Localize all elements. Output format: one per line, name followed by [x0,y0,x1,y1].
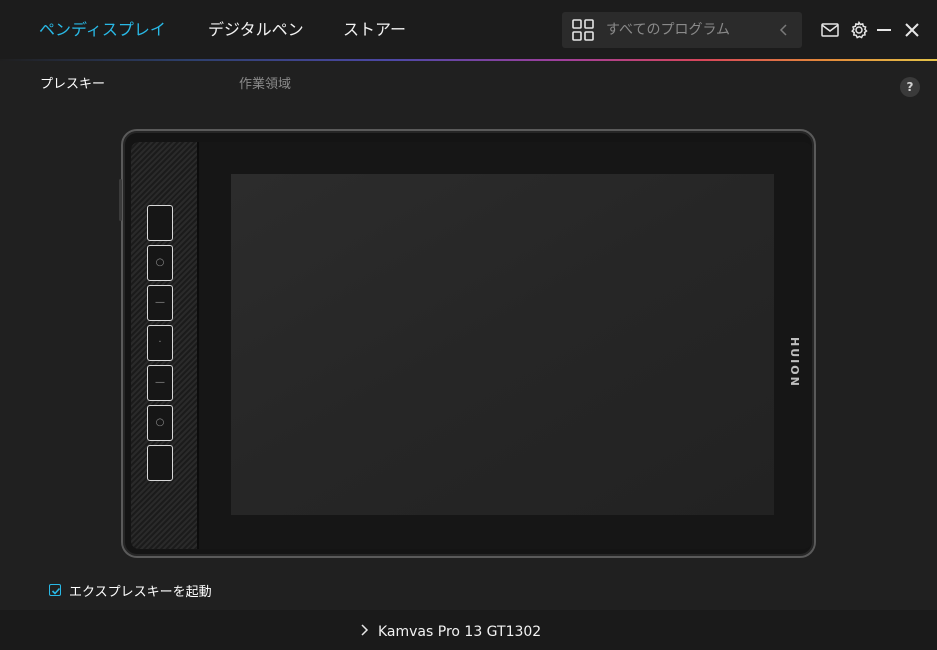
apps-grid-icon[interactable] [572,19,594,41]
express-key-2-mark: ○ [155,257,165,268]
tablet-screen [231,174,774,515]
top-bar: ペンディスプレイ デジタルペン ストアー [0,0,937,60]
tablet-side-button [119,179,122,221]
device-name: Kamvas Pro 13 GT1302 [378,623,542,640]
express-key-4[interactable]: · [147,325,173,361]
search-input[interactable] [606,20,766,40]
tab-store[interactable]: ストアー [343,19,406,41]
express-key-6[interactable]: ○ [147,405,173,441]
help-icon[interactable]: ? [900,77,920,97]
checkbox-label: エクスプレスキーを起動 [69,584,212,600]
express-key-5-mark: — [155,377,165,388]
accent-gradient-divider [0,59,937,61]
close-icon[interactable] [902,20,922,40]
tab-work-area[interactable]: 作業領域 [239,76,291,94]
express-key-7[interactable] [147,445,173,481]
tab-press-keys[interactable]: プレスキー [40,76,105,94]
express-key-2[interactable]: ○ [147,245,173,281]
chevron-left-icon[interactable] [776,22,792,38]
brand-logo: HUION [788,337,801,388]
gear-icon[interactable] [849,20,869,40]
express-key-3[interactable]: — [147,285,173,321]
express-key-6-mark: ○ [155,417,165,428]
tab-pen-display[interactable]: ペンディスプレイ [39,19,166,41]
bottom-bar: Kamvas Pro 13 GT1302 [0,610,937,650]
minimize-icon[interactable] [874,20,894,40]
express-key-5[interactable]: — [147,365,173,401]
search-box[interactable] [562,12,802,48]
express-key-1[interactable] [147,205,173,241]
express-key-4-mark: · [158,337,162,348]
tab-digital-pen[interactable]: デジタルペン [208,19,304,41]
checkbox-checked-icon[interactable] [49,584,61,596]
device-selector[interactable]: Kamvas Pro 13 GT1302 [360,622,541,641]
chevron-right-icon [360,622,370,641]
tablet-illustration: HUION [119,129,816,558]
express-key-3-mark: — [155,297,165,308]
mail-icon[interactable] [820,20,840,40]
enable-express-keys-checkbox[interactable]: エクスプレスキーを起動 [49,582,212,600]
